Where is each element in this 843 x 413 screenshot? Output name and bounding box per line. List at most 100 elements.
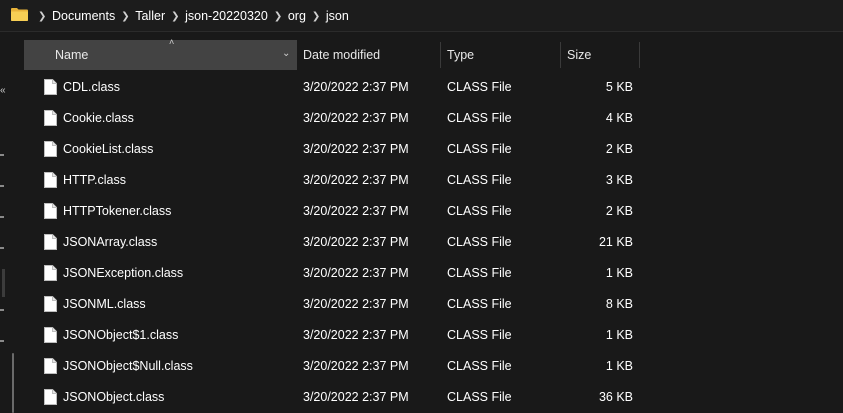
file-row[interactable]: JSONArray.class 3/20/2022 2:37 PM CLASS …	[24, 227, 843, 258]
file-icon	[44, 141, 57, 157]
file-row[interactable]: JSONException.class 3/20/2022 2:37 PM CL…	[24, 258, 843, 289]
file-size: 1 KB	[605, 266, 633, 280]
file-row[interactable]: JSONObject$Null.class 3/20/2022 2:37 PM …	[24, 351, 843, 382]
file-size: 3 KB	[605, 173, 633, 187]
nav-marker	[0, 340, 4, 342]
file-name: JSONObject$1.class	[63, 328, 179, 342]
breadcrumb-item-org[interactable]: org	[288, 9, 306, 23]
column-divider[interactable]	[560, 42, 561, 68]
file-name: Cookie.class	[63, 111, 134, 125]
file-type: CLASS File	[447, 173, 512, 187]
file-date-modified: 3/20/2022 2:37 PM	[303, 80, 409, 94]
breadcrumb: ❯ Documents ❯ Taller ❯ json-20220320 ❯ o…	[32, 0, 349, 32]
file-size: 21 KB	[598, 235, 633, 249]
file-date-modified: 3/20/2022 2:37 PM	[303, 173, 409, 187]
file-type: CLASS File	[447, 266, 512, 280]
chevron-right-icon[interactable]: ❯	[274, 11, 282, 22]
file-name: CDL.class	[63, 80, 120, 94]
file-date-modified: 3/20/2022 2:37 PM	[303, 359, 409, 373]
file-size: 5 KB	[605, 80, 633, 94]
file-icon	[44, 296, 57, 312]
chevron-right-icon[interactable]: ❯	[121, 11, 129, 22]
navigation-pane[interactable]: «	[0, 33, 24, 413]
file-name: JSONObject$Null.class	[63, 359, 193, 373]
file-date-modified: 3/20/2022 2:37 PM	[303, 111, 409, 125]
file-name: CookieList.class	[63, 142, 154, 156]
file-name: HTTP.class	[63, 173, 126, 187]
file-icon	[44, 234, 57, 250]
chevron-right-icon[interactable]: ❯	[38, 11, 46, 22]
file-name: JSONObject.class	[63, 390, 165, 404]
file-row[interactable]: Cookie.class 3/20/2022 2:37 PM CLASS Fil…	[24, 103, 843, 134]
column-header-row: ˄ Name ⌄ Date modified Type Size	[24, 37, 843, 70]
file-row[interactable]: HTTPTokener.class 3/20/2022 2:37 PM CLAS…	[24, 196, 843, 227]
column-header-type-label: Type	[447, 48, 475, 62]
nav-marker	[0, 247, 4, 249]
nav-marker	[0, 216, 4, 218]
file-date-modified: 3/20/2022 2:37 PM	[303, 266, 409, 280]
file-row[interactable]: JSONObject.class 3/20/2022 2:37 PM CLASS…	[24, 382, 843, 413]
chevron-down-icon[interactable]: ⌄	[282, 48, 290, 59]
file-row[interactable]: CDL.class 3/20/2022 2:37 PM CLASS File 5…	[24, 72, 843, 103]
column-header-type[interactable]: Type	[447, 40, 474, 70]
file-type: CLASS File	[447, 111, 512, 125]
file-icon	[44, 79, 57, 95]
file-name: JSONArray.class	[63, 235, 158, 249]
file-size: 1 KB	[605, 359, 633, 373]
file-size: 1 KB	[605, 328, 633, 342]
file-icon	[44, 265, 57, 281]
chevron-right-icon[interactable]: ❯	[312, 11, 320, 22]
chevron-left-icon[interactable]: «	[0, 85, 6, 96]
column-header-size[interactable]: Size	[567, 40, 591, 70]
file-type: CLASS File	[447, 297, 512, 311]
file-date-modified: 3/20/2022 2:37 PM	[303, 297, 409, 311]
scrollbar[interactable]	[12, 353, 14, 413]
file-row[interactable]: JSONML.class 3/20/2022 2:37 PM CLASS Fil…	[24, 289, 843, 320]
file-row[interactable]: CookieList.class 3/20/2022 2:37 PM CLASS…	[24, 134, 843, 165]
column-divider[interactable]	[639, 42, 640, 68]
column-header-date-modified[interactable]: Date modified	[303, 40, 380, 70]
file-date-modified: 3/20/2022 2:37 PM	[303, 235, 409, 249]
breadcrumb-item-taller[interactable]: Taller	[135, 9, 165, 23]
file-icon	[44, 110, 57, 126]
file-size: 2 KB	[605, 142, 633, 156]
file-icon	[44, 389, 57, 405]
breadcrumb-item-json[interactable]: json	[326, 9, 349, 23]
file-date-modified: 3/20/2022 2:37 PM	[303, 328, 409, 342]
file-name: JSONException.class	[63, 266, 184, 280]
file-date-modified: 3/20/2022 2:37 PM	[303, 390, 409, 404]
nav-selection-indicator	[2, 269, 5, 297]
nav-marker	[0, 309, 4, 311]
file-type: CLASS File	[447, 80, 512, 94]
column-header-date-label: Date modified	[303, 48, 381, 62]
column-header-name[interactable]: ˄ Name ⌄	[24, 37, 297, 70]
file-rows: CDL.class 3/20/2022 2:37 PM CLASS File 5…	[24, 72, 843, 413]
file-date-modified: 3/20/2022 2:37 PM	[303, 204, 409, 218]
file-type: CLASS File	[447, 142, 512, 156]
file-type: CLASS File	[447, 328, 512, 342]
address-bar[interactable]: ❯ Documents ❯ Taller ❯ json-20220320 ❯ o…	[0, 0, 843, 32]
file-size: 4 KB	[605, 111, 633, 125]
nav-marker	[0, 185, 4, 187]
file-name: JSONML.class	[63, 297, 146, 311]
file-icon	[44, 358, 57, 374]
column-header-size-label: Size	[567, 48, 592, 62]
file-type: CLASS File	[447, 235, 512, 249]
file-size: 2 KB	[605, 204, 633, 218]
file-row[interactable]: HTTP.class 3/20/2022 2:37 PM CLASS File …	[24, 165, 843, 196]
column-divider[interactable]	[440, 42, 441, 68]
breadcrumb-item-json-20220320[interactable]: json-20220320	[185, 9, 268, 23]
file-type: CLASS File	[447, 390, 512, 404]
column-header-name-label: Name	[55, 48, 89, 62]
file-list[interactable]: ˄ Name ⌄ Date modified Type Size CDL.cla…	[24, 37, 843, 413]
nav-marker	[0, 154, 4, 156]
file-icon	[44, 327, 57, 343]
file-date-modified: 3/20/2022 2:37 PM	[303, 142, 409, 156]
file-icon	[44, 172, 57, 188]
chevron-right-icon[interactable]: ❯	[171, 11, 179, 22]
file-size: 36 KB	[598, 390, 633, 404]
file-icon	[44, 203, 57, 219]
file-type: CLASS File	[447, 359, 512, 373]
breadcrumb-item-documents[interactable]: Documents	[52, 9, 115, 23]
file-row[interactable]: JSONObject$1.class 3/20/2022 2:37 PM CLA…	[24, 320, 843, 351]
